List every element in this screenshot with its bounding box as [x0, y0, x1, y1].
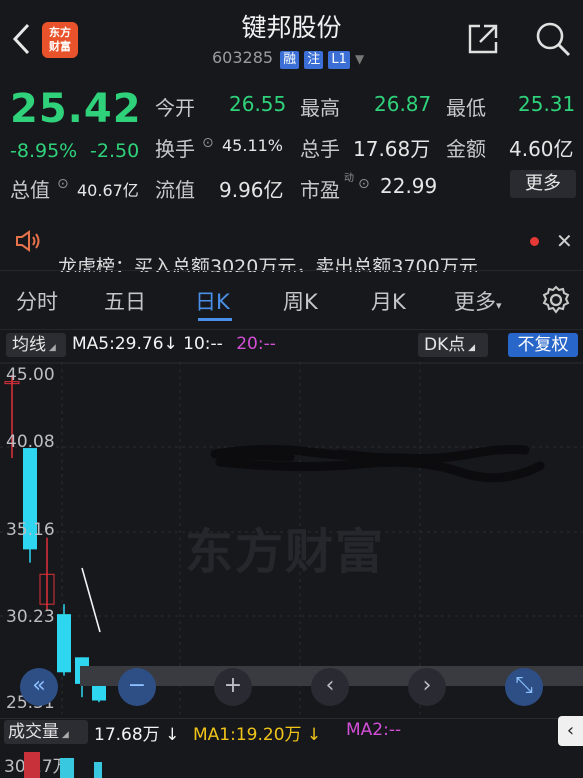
volume-value-text: 17.68万 — [94, 725, 160, 745]
caret-icon: ◢ — [59, 730, 69, 740]
high-label: 最高 — [300, 96, 340, 120]
down-arrow-icon: ↓ — [165, 725, 180, 745]
tab-intraday[interactable]: 分时 — [16, 286, 58, 316]
dk-label: DK点 — [424, 335, 466, 355]
close-icon[interactable]: ✕ — [556, 229, 573, 253]
search-icon[interactable] — [534, 20, 572, 58]
more-button[interactable]: 更多 — [510, 170, 576, 198]
volume-value: 17.68万 — [353, 137, 431, 161]
pe-label: 市盈 — [300, 178, 340, 202]
stock-code: 603285 — [212, 48, 274, 67]
down-arrow-icon: ↓ — [306, 725, 322, 745]
volume-indicator-selector[interactable]: 成交量 ◢ — [4, 720, 88, 744]
ma-values: MA5:29.76↓ 10:-- 20:-- — [72, 334, 276, 354]
news-ticker[interactable]: 龙虎榜：买入总额3020万元，卖出总额3700万元 — [58, 252, 538, 272]
fullscreen-icon[interactable]: ⤡ — [505, 668, 543, 706]
active-tab-indicator — [198, 318, 232, 321]
float-cap-label: 流值 — [155, 178, 195, 202]
speaker-icon — [14, 230, 42, 252]
ma5-value: MA5:29.76 — [72, 334, 164, 354]
adjust-selector[interactable]: 不复权 — [508, 333, 578, 357]
volume-label: 成交量 — [8, 722, 59, 742]
y-tick-label: 45.00 — [6, 365, 55, 385]
ma-type-selector[interactable]: 均线 ◢ — [6, 333, 66, 357]
zoom-in-icon[interactable]: + — [214, 668, 252, 706]
last-price: 25.42 — [10, 86, 142, 132]
ma-type-label: 均线 — [12, 335, 46, 355]
high-value: 26.87 — [374, 92, 432, 116]
amount-value: 4.60亿 — [509, 137, 574, 161]
volume-ma1: MA1:19.20万 ↓ — [193, 720, 321, 745]
pe-value: 22.99 — [380, 174, 438, 198]
float-cap-value: 9.96亿 — [219, 178, 284, 202]
info-icon[interactable]: ⊙ — [202, 135, 214, 151]
volume-bar — [60, 758, 74, 778]
y-tick-label: 30.23 — [6, 607, 55, 627]
zoom-out-icon[interactable]: − — [118, 668, 156, 706]
low-label: 最低 — [446, 96, 486, 120]
volume-bar — [94, 762, 102, 778]
collapse-icon[interactable]: ‹ — [558, 716, 583, 746]
ma10-value: 10:-- — [183, 334, 223, 354]
market-cap-value: 40.67亿 — [77, 181, 139, 200]
volume-ma2: MA2:-- — [346, 720, 402, 740]
info-icon[interactable]: ⊙ — [57, 176, 69, 192]
caret-icon: ◢ — [46, 343, 56, 353]
margin-tag: 融 — [280, 51, 300, 69]
unread-dot — [530, 237, 539, 246]
volume-value: 17.68万 ↓ — [94, 720, 179, 745]
caret-down-icon: ▾ — [496, 299, 502, 312]
volume-ma1-text: MA1:19.20万 — [193, 725, 302, 745]
turnover-value: 45.11% — [222, 136, 284, 155]
attention-tag: 注 — [304, 51, 324, 69]
stock-code-row: 603285 融 注 L1 ▼ — [212, 48, 364, 69]
prev-icon[interactable]: ‹ — [311, 668, 349, 706]
amount-label: 金额 — [446, 137, 486, 161]
info-icon[interactable]: ⊙ — [358, 176, 370, 192]
watermark-text: 东方财富 — [185, 524, 386, 580]
dropdown-icon[interactable]: ▼ — [355, 52, 364, 66]
candle-body — [57, 614, 71, 673]
y-tick-label: 35.16 — [6, 520, 55, 540]
caret-icon: ◢ — [465, 343, 476, 353]
open-value: 26.55 — [229, 92, 287, 116]
market-cap-label: 总值 — [10, 178, 50, 202]
volume-bar — [24, 752, 40, 778]
share-icon[interactable] — [466, 22, 500, 56]
tab-weekly-k[interactable]: 周K — [283, 286, 318, 316]
gear-icon[interactable] — [540, 284, 572, 316]
tab-daily-k[interactable]: 日K — [195, 286, 230, 316]
tab-more-label: 更多 — [454, 290, 496, 314]
tab-monthly-k[interactable]: 月K — [371, 286, 406, 316]
scroll-left-icon[interactable]: « — [20, 668, 58, 706]
low-value: 25.31 — [518, 92, 576, 116]
tab-more[interactable]: 更多▾ — [454, 286, 502, 316]
dk-point-selector[interactable]: DK点 ◢ — [418, 333, 488, 357]
turnover-label: 换手 — [155, 137, 195, 161]
y-tick-label: 40.08 — [6, 432, 55, 452]
change-amount: -2.50 — [90, 140, 140, 162]
next-icon[interactable]: › — [408, 668, 446, 706]
ma20-value: 20:-- — [236, 334, 276, 354]
open-label: 今开 — [155, 96, 195, 120]
pe-dynamic-mark: 动 — [344, 173, 354, 184]
tab-five-day[interactable]: 五日 — [104, 286, 146, 316]
down-arrow-icon: ↓ — [163, 334, 178, 354]
level-tag: L1 — [328, 51, 350, 69]
change-percent: -8.95% — [10, 140, 78, 162]
volume-label: 总手 — [300, 137, 340, 161]
